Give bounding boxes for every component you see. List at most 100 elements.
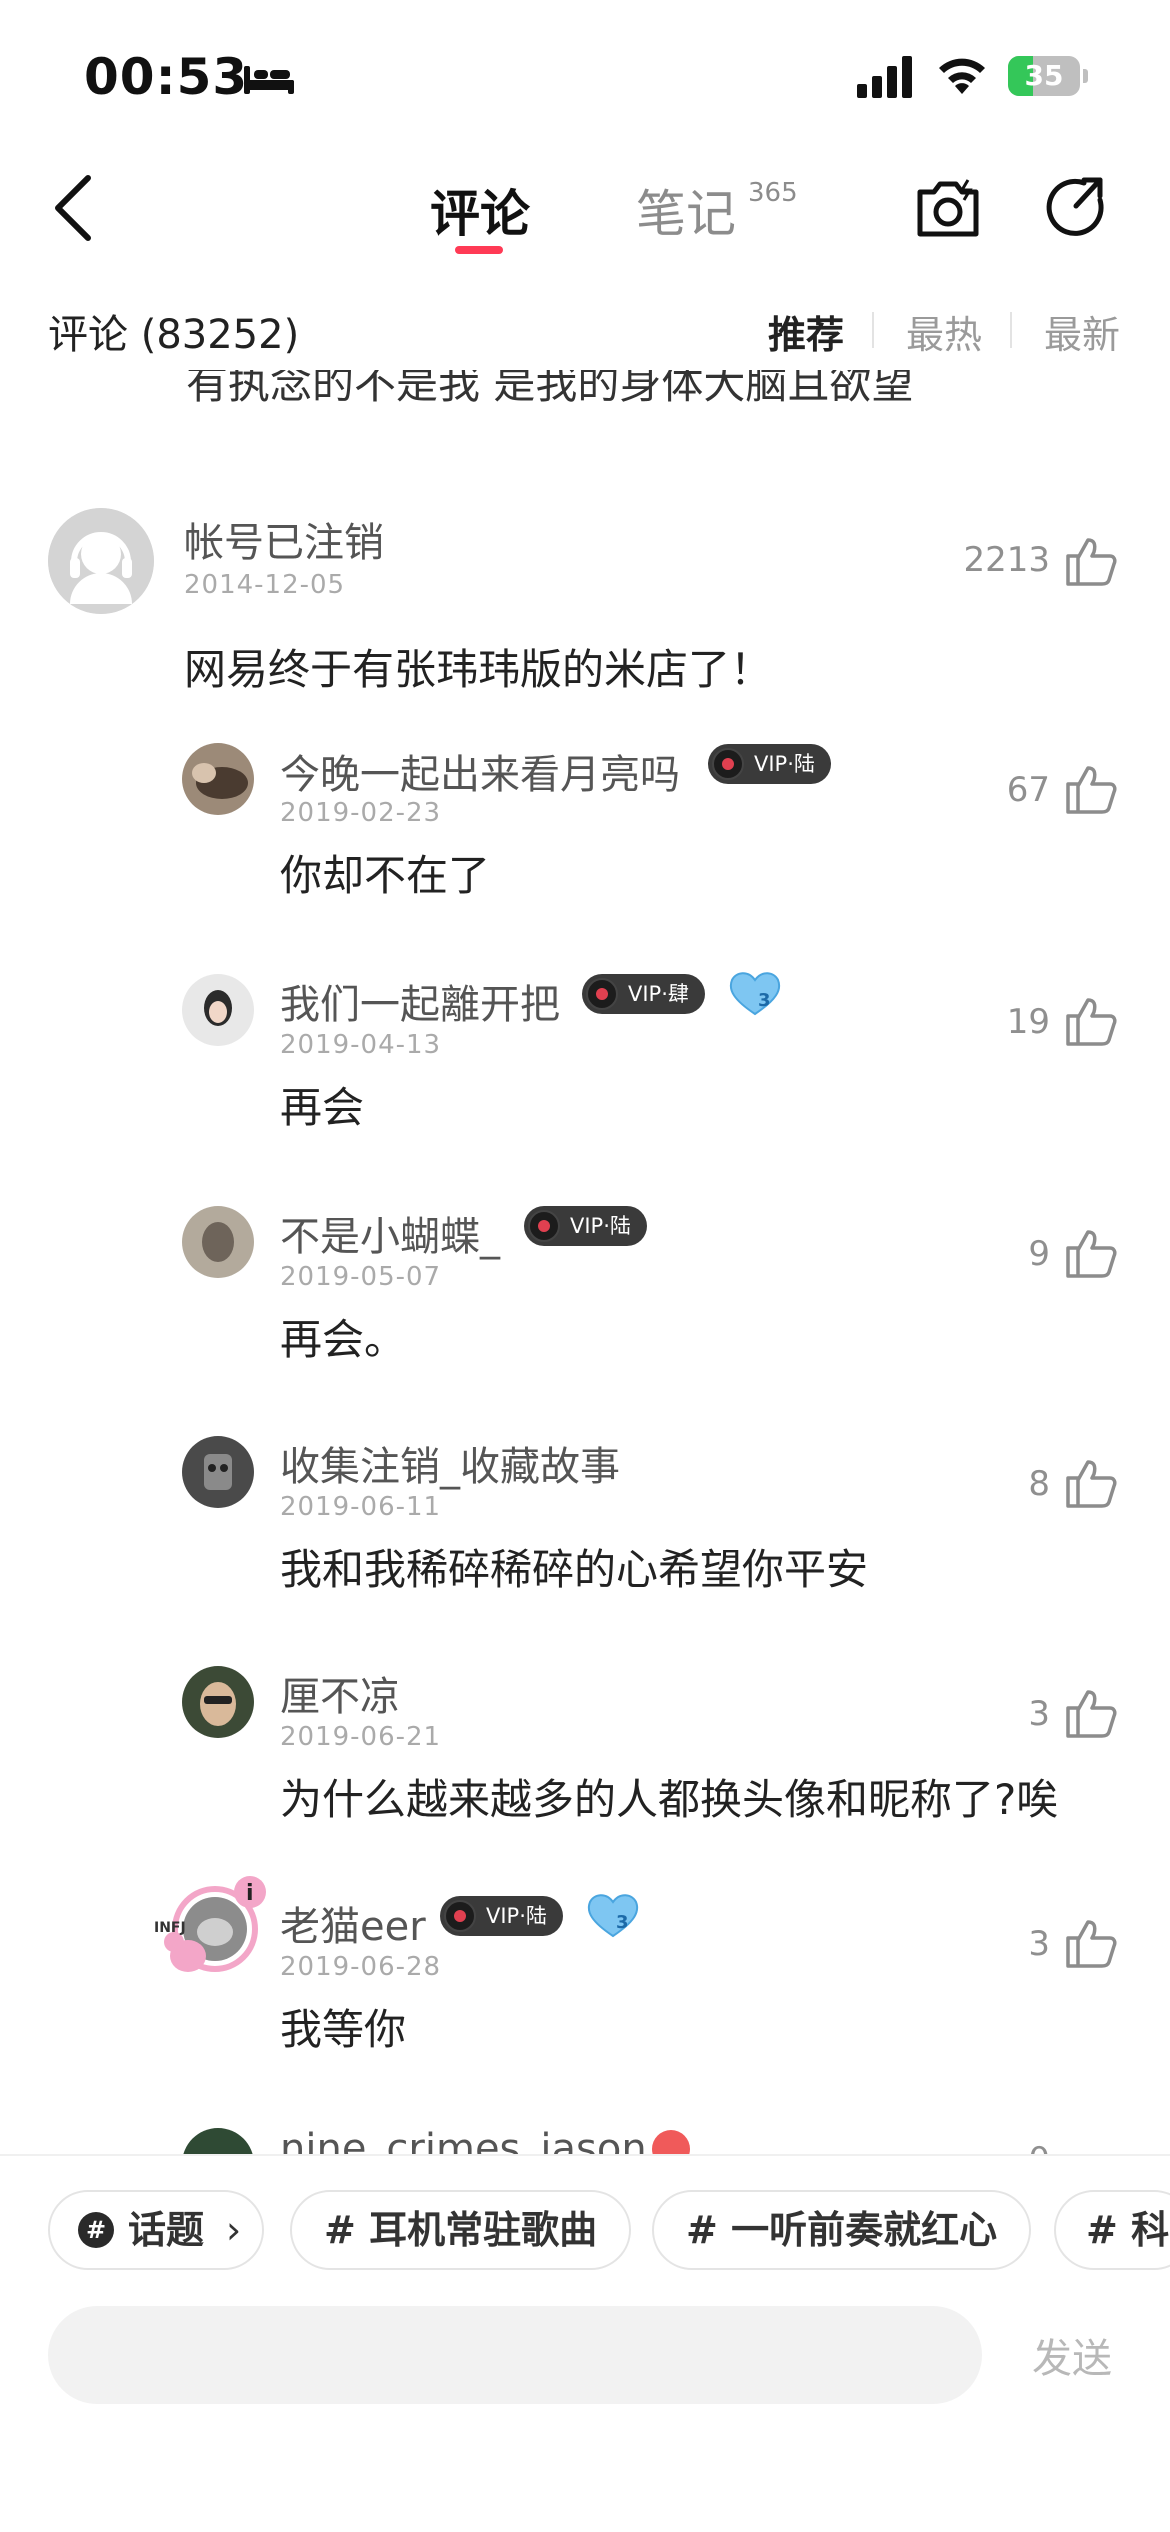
- thumbs-up-icon[interactable]: [1064, 1686, 1118, 1740]
- topic-chip[interactable]: # 一听前奏就红心: [652, 2190, 1032, 2270]
- topic-chip[interactable]: # 科: [1054, 2190, 1170, 2270]
- reply-date: 2019-06-21: [280, 1722, 442, 1752]
- avatar-tag: INFJ: [154, 1920, 186, 1936]
- reply-text: 为什么越来越多的人都换头像和昵称了?唉: [280, 1775, 1059, 1824]
- comment-count: 评论 (83252): [48, 312, 300, 358]
- reply-username[interactable]: 我们一起離开把: [280, 972, 560, 1030]
- sort-hottest[interactable]: 最热: [906, 304, 982, 359]
- avatar[interactable]: [182, 2128, 254, 2154]
- vip-badge: VIP·肆: [582, 974, 705, 1014]
- bed-icon: [244, 66, 294, 94]
- status-bar: 00:53 35: [0, 0, 1170, 150]
- hashtag-icon: #: [78, 2212, 114, 2248]
- heart-level-icon: 3: [729, 972, 781, 1016]
- battery-percent: 35: [1024, 59, 1064, 92]
- reply-date: 2019-06-28: [280, 1952, 442, 1982]
- vip-badge: VIP·陆: [524, 1206, 647, 1246]
- comment-username[interactable]: 帐号已注销: [184, 510, 384, 568]
- vip-level: VIP·陆: [570, 1214, 631, 1238]
- like-count: 8: [1028, 1464, 1050, 1504]
- thumbs-up-icon[interactable]: [1064, 994, 1118, 1048]
- vip-level: VIP·陆: [486, 1904, 547, 1928]
- default-avatar-icon: [48, 508, 154, 614]
- thumbs-up-icon[interactable]: [1064, 1456, 1118, 1510]
- avatar[interactable]: [182, 1206, 254, 1278]
- topic-chips: # 话题 › # 耳机常驻歌曲 # 一听前奏就红心 # 科: [0, 2190, 1170, 2274]
- reply-username[interactable]: 厘不凉: [280, 1664, 400, 1722]
- comment-input[interactable]: [48, 2306, 982, 2404]
- send-button[interactable]: 发送: [1032, 2326, 1112, 2384]
- reply-username[interactable]: 老猫eer: [280, 1894, 426, 1952]
- reply-username[interactable]: nine_crimes_jason: [280, 2126, 647, 2154]
- like-count: 2213: [963, 540, 1050, 580]
- heart-level-icon: 3: [587, 1894, 639, 1938]
- vip-badge: VIP·陆: [708, 744, 831, 784]
- comment-text: 网易终于有张玮玮版的米店了！: [184, 645, 773, 694]
- top-nav: 评论 笔记 365: [0, 150, 1170, 270]
- topic-chip[interactable]: # 耳机常驻歌曲: [290, 2190, 632, 2270]
- like-count: 67: [1006, 770, 1050, 810]
- reply-username[interactable]: 收集注销_收藏故事: [280, 1434, 620, 1492]
- chevron-right-icon: ›: [226, 2208, 242, 2252]
- avatar[interactable]: i INFJ: [154, 1876, 266, 1980]
- heart-level: 3: [758, 990, 771, 1011]
- reply-username[interactable]: 不是小蝴蝶_: [280, 1204, 500, 1262]
- truncated-comment-text: 有执念的不是我 是我的身体大脑且欲望: [186, 370, 914, 408]
- reply-text: 我和我稀碎稀碎的心希望你平安: [280, 1545, 869, 1594]
- vinyl-icon: [586, 978, 618, 1010]
- avatar[interactable]: [182, 1436, 254, 1508]
- sort-recommended[interactable]: 推荐: [768, 304, 844, 359]
- vinyl-icon: [528, 1210, 560, 1242]
- heart-level: 3: [616, 1912, 629, 1933]
- avatar[interactable]: [182, 743, 254, 815]
- notes-count: 365: [748, 178, 798, 208]
- share-icon[interactable]: [1038, 170, 1114, 246]
- avatar[interactable]: [48, 508, 154, 614]
- status-time: 00:53: [84, 48, 249, 106]
- reply-date: 2019-05-07: [280, 1262, 442, 1292]
- active-tab-indicator: [455, 246, 503, 254]
- bottom-divider: [0, 2154, 1170, 2156]
- like-count: 9: [1028, 1234, 1050, 1274]
- like-count: 19: [1006, 1002, 1050, 1042]
- avatar[interactable]: [182, 974, 254, 1046]
- vip-badge: VIP·陆: [440, 1896, 563, 1936]
- topic-label: 话题: [128, 2208, 205, 2252]
- like-count: 3: [1028, 1694, 1050, 1734]
- sort-divider: [872, 312, 874, 348]
- comment-date: 2014-12-05: [184, 570, 346, 600]
- badge-icon: [652, 2130, 690, 2154]
- sort-divider: [1010, 312, 1012, 348]
- thumbs-up-icon[interactable]: [1064, 1916, 1118, 1970]
- thumbs-up-icon[interactable]: [1064, 762, 1118, 816]
- sort-newest[interactable]: 最新: [1044, 304, 1120, 359]
- comment-list[interactable]: 有执念的不是我 是我的身体大脑且欲望 帐号已注销 2014-12-05 2213…: [0, 370, 1170, 2154]
- sort-bar: 评论 (83252) 推荐 最热 最新: [0, 290, 1170, 370]
- wifi-icon: [939, 58, 985, 94]
- reply-text: 再会。: [280, 1315, 407, 1364]
- camera-icon[interactable]: [910, 170, 986, 246]
- thumbs-up-icon[interactable]: [1064, 534, 1118, 588]
- avatar[interactable]: [182, 1666, 254, 1738]
- reply-date: 2019-06-11: [280, 1492, 442, 1522]
- reply-username[interactable]: 今晚一起出来看月亮吗: [280, 742, 680, 800]
- tab-comments[interactable]: 评论: [430, 174, 530, 246]
- reply-date: 2019-02-23: [280, 798, 442, 828]
- reply-text: 我等你: [280, 2005, 407, 2054]
- vip-level: VIP·陆: [754, 752, 815, 776]
- reply-text: 你却不在了: [280, 851, 491, 900]
- like-count: 0: [930, 2140, 1050, 2154]
- like-count: 3: [1028, 1924, 1050, 1964]
- vip-level: VIP·肆: [628, 982, 689, 1006]
- reply-text: 再会: [280, 1083, 365, 1132]
- reply-date: 2019-04-13: [280, 1030, 442, 1060]
- vinyl-icon: [712, 748, 744, 780]
- tab-notes[interactable]: 笔记: [636, 174, 736, 246]
- topic-button[interactable]: # 话题 ›: [48, 2190, 264, 2270]
- cellular-signal-icon: [857, 56, 912, 98]
- back-button[interactable]: [44, 170, 104, 246]
- battery-icon: 35: [1008, 56, 1088, 96]
- svg-text:i: i: [246, 1881, 254, 1906]
- vinyl-icon: [444, 1900, 476, 1932]
- thumbs-up-icon[interactable]: [1064, 1226, 1118, 1280]
